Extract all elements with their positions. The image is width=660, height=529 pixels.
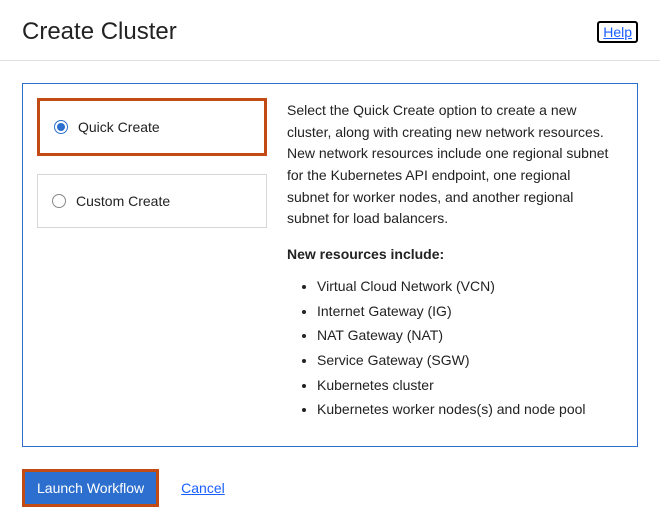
list-item: Virtual Cloud Network (VCN) [317, 276, 615, 298]
page-header: Create Cluster Help [0, 0, 660, 61]
list-item: Service Gateway (SGW) [317, 350, 615, 372]
option-custom-create[interactable]: Custom Create [37, 174, 267, 228]
list-item: Kubernetes worker nodes(s) and node pool [317, 399, 615, 421]
radio-icon [52, 194, 66, 208]
description-intro: Select the Quick Create option to create… [287, 100, 615, 230]
list-item: Kubernetes cluster [317, 375, 615, 397]
option-label: Quick Create [78, 119, 160, 135]
launch-workflow-button[interactable]: Launch Workflow [22, 469, 159, 507]
radio-icon [54, 120, 68, 134]
option-quick-create[interactable]: Quick Create [37, 98, 267, 156]
options-column: Quick Create Custom Create [37, 98, 267, 432]
actions-row: Launch Workflow Cancel [0, 447, 660, 529]
create-options-panel: Quick Create Custom Create Select the Qu… [22, 83, 638, 447]
option-label: Custom Create [76, 193, 170, 209]
page-title: Create Cluster [22, 18, 177, 46]
cancel-link[interactable]: Cancel [181, 480, 225, 496]
description-column: Select the Quick Create option to create… [267, 98, 623, 432]
resources-list: Virtual Cloud Network (VCN) Internet Gat… [287, 276, 615, 421]
list-item: NAT Gateway (NAT) [317, 325, 615, 347]
help-link[interactable]: Help [597, 21, 638, 43]
resources-heading: New resources include: [287, 244, 615, 266]
list-item: Internet Gateway (IG) [317, 301, 615, 323]
